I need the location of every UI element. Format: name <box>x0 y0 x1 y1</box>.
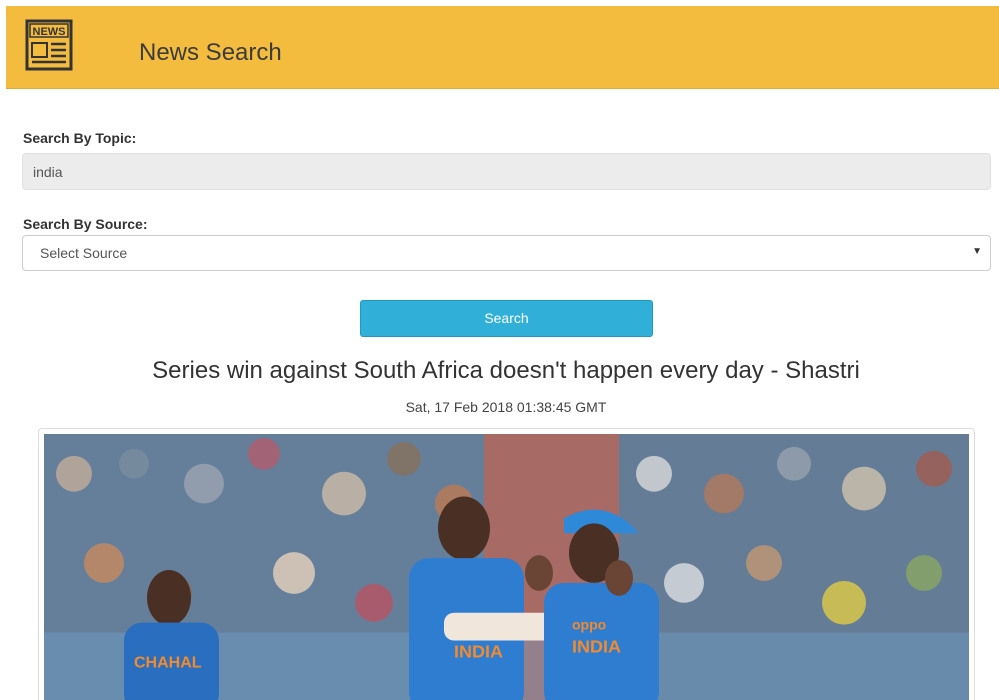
article-image-frame[interactable]: CHAHAL INDIA oppo INDIA <box>38 428 975 700</box>
source-select[interactable]: Select Source ▼ <box>22 235 991 271</box>
chevron-down-icon: ▼ <box>972 246 982 257</box>
jersey-text-1: CHAHAL <box>134 654 202 671</box>
newspaper-icon[interactable]: NEWS <box>25 19 73 71</box>
topic-input[interactable] <box>22 153 991 190</box>
jersey-text-2: INDIA <box>454 641 503 661</box>
article-title[interactable]: Series win against South Africa doesn't … <box>0 357 999 385</box>
brand-title[interactable]: News Search <box>139 38 282 68</box>
page: NEWS News Search Search By Topic: Search… <box>0 0 999 700</box>
article-date: Sat, 17 Feb 2018 01:38:45 GMT <box>405 399 607 415</box>
search-button[interactable]: Search <box>360 300 653 337</box>
jersey-text-3: oppo <box>572 617 606 633</box>
cricket-photo: CHAHAL INDIA oppo INDIA <box>44 434 969 700</box>
jersey-text-4: INDIA <box>572 636 621 656</box>
logo-text: NEWS <box>33 26 66 38</box>
source-label: Search By Source: <box>23 216 148 232</box>
source-selected-value: Select Source <box>40 245 128 261</box>
topic-label: Search By Topic: <box>23 130 137 146</box>
navbar: NEWS News Search <box>6 6 999 89</box>
